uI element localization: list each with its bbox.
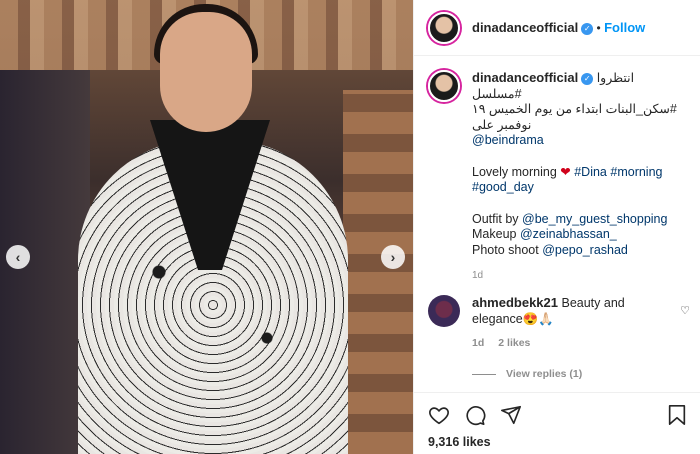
mention-photoshoot[interactable]: @pepo_rashad xyxy=(542,243,628,257)
caption-lovely: Lovely morning xyxy=(472,164,557,179)
replies-divider xyxy=(472,373,496,375)
mention-makeup[interactable]: @zeinabhassan_ xyxy=(520,227,617,241)
prev-arrow-icon[interactable]: ‹ xyxy=(6,245,30,269)
share-icon[interactable] xyxy=(500,404,522,429)
outfit-label: Outfit by xyxy=(472,211,519,226)
heart-icon[interactable] xyxy=(428,404,450,429)
heart-emoji: ❤ xyxy=(560,164,571,179)
bookmark-icon[interactable] xyxy=(667,404,687,429)
comment-timestamp[interactable]: 1d xyxy=(472,335,484,351)
view-replies-button[interactable]: View replies (1) xyxy=(472,368,582,380)
likes-count[interactable]: 9,316 likes xyxy=(428,435,687,449)
caption-text: dinadanceofficial ✓ انتظروا #مسلسل #سكن_ا… xyxy=(472,70,687,284)
commenter-avatar[interactable] xyxy=(428,295,460,327)
caption-author-avatar[interactable] xyxy=(428,70,460,102)
caption: dinadanceofficial ✓ انتظروا #مسلسل #سكن_ا… xyxy=(428,70,694,284)
caption-line-2: #سكن_البنات ابتداء من يوم الخميس ١٩ xyxy=(472,102,677,116)
mention-outfit[interactable]: @be_my_guest_shopping xyxy=(522,212,667,226)
follow-button[interactable]: Follow xyxy=(604,20,645,35)
post-photo[interactable]: ‹ › xyxy=(0,0,413,454)
author-line: dinadanceofficial ✓ • Follow xyxy=(472,20,645,35)
verified-icon: ✓ xyxy=(581,22,594,35)
post-sidebar: dinadanceofficial ✓ • Follow dinadanceoff… xyxy=(413,0,700,454)
commenter-username[interactable]: ahmedbekk21 xyxy=(472,295,558,310)
caption-line-3: نوفمبر على xyxy=(472,117,532,132)
next-arrow-icon[interactable]: › xyxy=(381,245,405,269)
hashtag-good-day[interactable]: #good_day xyxy=(472,180,534,194)
comment-likes[interactable]: 2 likes xyxy=(498,335,530,351)
photo-door-right xyxy=(343,90,413,454)
comment: ahmedbekk21 Beauty and elegance😍🙏🏻 1d 2 … xyxy=(428,295,694,351)
action-bar: 9,316 likes xyxy=(414,392,700,449)
makeup-label: Makeup xyxy=(472,227,517,241)
caption-timestamp[interactable]: 1d xyxy=(472,268,687,284)
hashtag-dina[interactable]: #Dina xyxy=(574,165,607,179)
author-username[interactable]: dinadanceofficial xyxy=(472,20,578,35)
photoshoot-label: Photo shoot xyxy=(472,242,539,257)
author-avatar[interactable] xyxy=(428,11,460,44)
mention-beindrama[interactable]: @beindrama xyxy=(472,133,544,147)
view-replies-label: View replies (1) xyxy=(506,368,583,380)
verified-icon: ✓ xyxy=(581,72,594,85)
comment-like-heart-icon[interactable]: ♡ xyxy=(680,304,690,317)
post-header: dinadanceofficial ✓ • Follow xyxy=(414,0,700,56)
caption-username[interactable]: dinadanceofficial xyxy=(472,70,578,85)
comment-icon[interactable] xyxy=(464,404,486,429)
hashtag-morning[interactable]: #morning xyxy=(610,165,662,179)
separator-dot: • xyxy=(596,21,601,35)
photo-face xyxy=(160,12,252,132)
